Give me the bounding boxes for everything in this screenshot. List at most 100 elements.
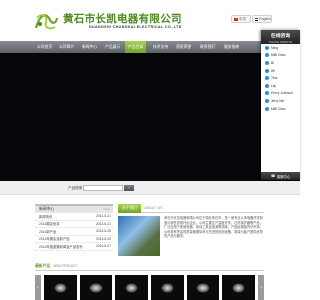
products-header: 最新产品 NEW PRODUCT [35, 262, 264, 271]
company-name-cn: 黄石市长凯电器有限公司 [63, 13, 182, 25]
lang-cn-label: 中文 [239, 16, 247, 21]
contact-qq-link[interactable]: Lily [261, 82, 300, 90]
about-title[interactable]: 关于我们 [118, 203, 142, 213]
products-subtitle: NEW PRODUCT [53, 264, 78, 268]
qq-icon [265, 68, 269, 73]
product-image [196, 282, 210, 293]
nav-item-products[interactable]: 产品展示 [105, 41, 120, 53]
search-button[interactable]: › [124, 185, 134, 191]
product-thumbnail[interactable] [186, 275, 220, 300]
main-nav: 公司首页 公司简介 新闻中心 产品展示 产品目录 技术支持 资质荣誉 联系我们 … [0, 41, 300, 53]
contact-name: Miffi Zhao [271, 106, 286, 111]
online-service-panel: 在线咨询 ONLINE SERVICE Ming Miffi Zhao Bi W… [261, 30, 300, 180]
search-bar: 产品搜索 › [0, 181, 300, 195]
product-image [53, 282, 67, 293]
qq-icon [265, 91, 269, 96]
customer-service-footer[interactable]: ☎ 客服中心 [261, 172, 300, 180]
nav-item-news[interactable]: 新闻中心 [82, 41, 97, 53]
news-item-date: 2014-5-20 [95, 229, 111, 234]
company-logo-icon [34, 14, 58, 30]
contact-name: Lily [271, 83, 276, 88]
carousel-prev-arrow-icon[interactable]: ‹ [35, 275, 41, 300]
nav-item-honors[interactable]: 资质荣誉 [176, 41, 191, 53]
news-item-title: 新闻快讯 [39, 214, 53, 219]
contact-qq-link[interactable]: Jerry Nie [261, 97, 300, 105]
contact-name: Ming [271, 45, 279, 50]
news-title: 新闻中心 [39, 207, 55, 211]
product-image [160, 282, 174, 293]
contact-name: Jerry Nie [271, 98, 285, 103]
contact-qq-link[interactable]: Wi [261, 67, 300, 75]
qq-icon [265, 98, 269, 103]
news-panel: 新闻中心 more 新闻快讯 2014-5-21 2014展会信息 2014-5-2… [35, 204, 113, 254]
nav-item-catalog[interactable]: 产品目录 [125, 41, 147, 53]
news-more-link[interactable]: more [103, 206, 110, 213]
product-thumbnail[interactable] [79, 275, 113, 300]
contact-qq-link[interactable]: Percy Johnson [261, 90, 300, 98]
qq-icon [265, 45, 269, 50]
lang-en-button[interactable]: English [252, 15, 272, 23]
about-description: 黄石市长凯电器有限公司位于湖北黄石市，是一家专业从事电器开关制造与销售的现代化企… [164, 216, 263, 239]
qq-icon [265, 60, 269, 65]
news-item-title: 2014展会信息 [39, 222, 60, 227]
contact-qq-link[interactable]: Miffi Zhao [261, 52, 300, 60]
online-service-header: 在线咨询 ONLINE SERVICE [261, 30, 300, 44]
hero-banner [0, 53, 300, 181]
company-name-en: HUANGSHI CHANGKAI ELECTRICAL CO.,LTD [89, 25, 182, 29]
contact-qq-link[interactable]: Miffi Zhao [261, 105, 300, 113]
lang-en-label: English [259, 17, 271, 21]
news-item-title: 2013年展会及新产品 [39, 237, 70, 242]
customer-service-label: 客服中心 [276, 174, 291, 179]
product-thumbnail[interactable] [151, 275, 184, 300]
product-image [125, 282, 139, 293]
news-item[interactable]: 2014新产品 2014-5-20 [35, 228, 113, 236]
nav-item-support[interactable]: 技术支持 [153, 41, 168, 53]
carousel-next-arrow-icon[interactable]: › [258, 275, 265, 300]
headset-icon: ☎ [270, 174, 275, 178]
about-panel: 关于我们 ABOUT US 黄石市长凯电器有限公司位于湖北黄石市，是一家专业从事… [118, 203, 264, 258]
qq-icon [265, 53, 269, 58]
products-title: 最新产品 [35, 263, 51, 268]
news-item[interactable]: 2013年度重要新闻及产品发布 2014-5-07 [35, 243, 113, 251]
nav-item-service[interactable]: 服务指南 [224, 41, 239, 53]
product-image [232, 282, 246, 293]
nav-item-about[interactable]: 公司简介 [59, 41, 74, 53]
contact-name: Bi [271, 60, 274, 65]
about-header: 关于我们 ABOUT US [118, 203, 264, 213]
product-thumbnail[interactable] [44, 275, 77, 300]
contact-name: Miffi Zhao [271, 53, 286, 58]
news-item[interactable]: 2014展会信息 2014-5-21 [35, 221, 113, 228]
lang-cn-button[interactable]: 中文 [231, 15, 251, 23]
news-item-date: 2014-5-20 [95, 236, 111, 241]
search-input[interactable] [83, 185, 123, 191]
news-item-date: 2014-5-21 [95, 221, 111, 226]
nav-item-home[interactable]: 公司首页 [37, 41, 52, 53]
contact-qq-link[interactable]: Bi [261, 59, 300, 67]
news-item-date: 2014-5-21 [95, 214, 111, 219]
search-label: 产品搜索 [68, 186, 83, 190]
news-item[interactable]: 2013年展会及新产品 2014-5-20 [35, 236, 113, 243]
product-thumbnail[interactable] [115, 275, 149, 300]
qq-icon [265, 106, 269, 111]
china-flag-icon [234, 17, 238, 21]
contact-qq-link[interactable]: Ming [261, 44, 300, 52]
product-carousel: ‹ › [35, 275, 265, 300]
company-building-image [118, 216, 160, 256]
product-thumbnail[interactable] [222, 275, 256, 300]
contact-name: Wi [271, 68, 275, 73]
news-item-title: 2014新产品 [39, 229, 57, 234]
news-item-title: 2013年度重要新闻及产品发布 [39, 244, 83, 249]
about-subtitle: ABOUT US [144, 206, 163, 210]
news-item-date: 2014-5-07 [95, 244, 111, 249]
contact-name: Tina [271, 76, 278, 81]
online-service-title: 在线咨询 [270, 34, 291, 39]
nav-item-contact[interactable]: 联系我们 [200, 41, 215, 53]
product-image [89, 282, 103, 293]
news-header: 新闻中心 more [35, 204, 113, 213]
site-header: 黄石市长凯电器有限公司 HUANGSHI CHANGKAI ELECTRICAL… [0, 0, 300, 41]
contact-name: Percy Johnson [271, 91, 293, 96]
uk-flag-icon [255, 17, 259, 21]
qq-icon [265, 83, 269, 88]
news-item[interactable]: 新闻快讯 2014-5-21 [35, 213, 113, 221]
contact-qq-link[interactable]: Tina [261, 74, 300, 82]
